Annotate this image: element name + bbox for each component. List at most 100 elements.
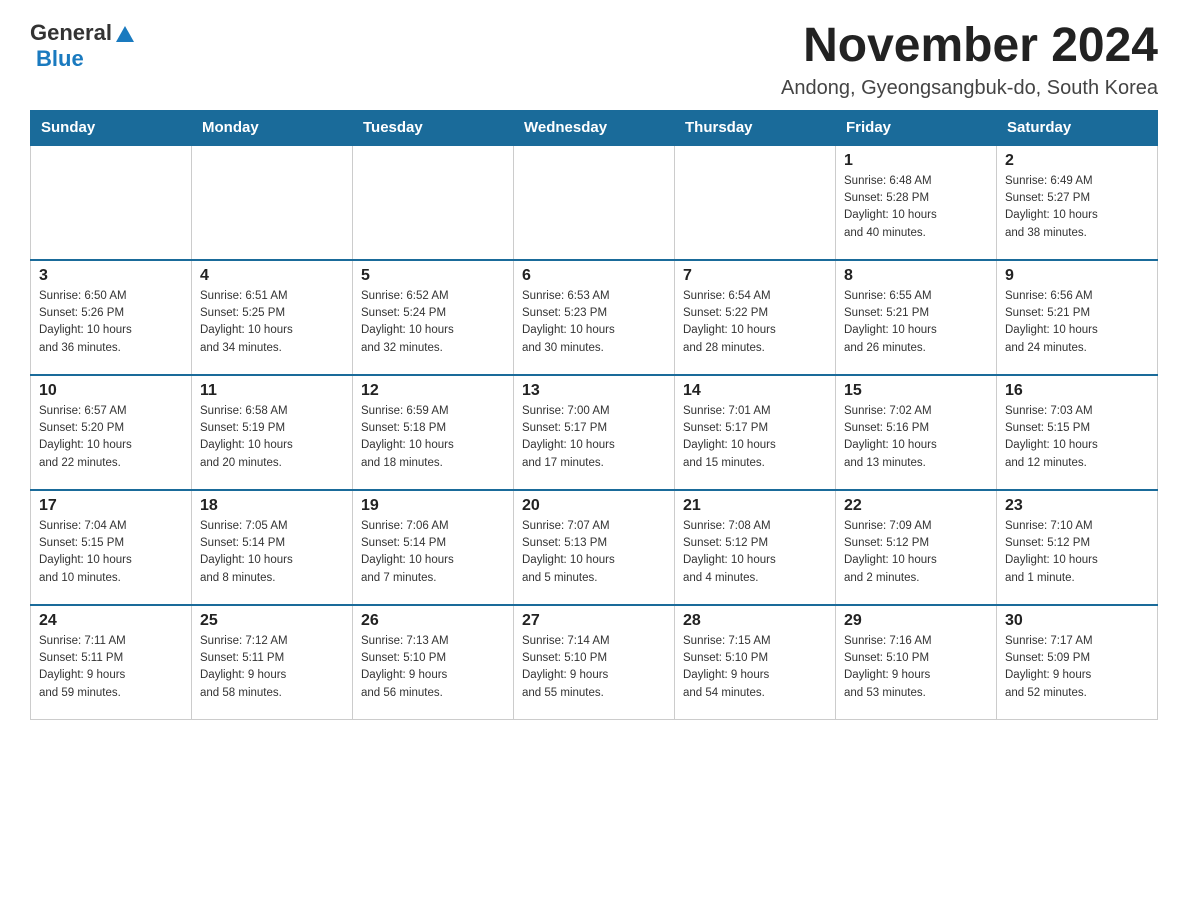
calendar-cell: 9Sunrise: 6:56 AM Sunset: 5:21 PM Daylig… bbox=[997, 260, 1158, 375]
calendar-cell: 17Sunrise: 7:04 AM Sunset: 5:15 PM Dayli… bbox=[31, 490, 192, 605]
day-info: Sunrise: 7:13 AM Sunset: 5:10 PM Dayligh… bbox=[361, 633, 505, 702]
page-title: November 2024 bbox=[781, 20, 1158, 73]
calendar-cell: 20Sunrise: 7:07 AM Sunset: 5:13 PM Dayli… bbox=[514, 490, 675, 605]
calendar-header-monday: Monday bbox=[192, 110, 353, 145]
day-number: 5 bbox=[361, 267, 505, 285]
day-info: Sunrise: 6:52 AM Sunset: 5:24 PM Dayligh… bbox=[361, 288, 505, 357]
calendar-header-saturday: Saturday bbox=[997, 110, 1158, 145]
calendar-cell: 11 Sunrise: 6:58 AM Sunset: 5:19 PM Dayli… bbox=[192, 375, 353, 490]
day-number: 1 bbox=[844, 152, 988, 170]
calendar-cell bbox=[353, 145, 514, 260]
calendar-week-4: 17Sunrise: 7:04 AM Sunset: 5:15 PM Dayli… bbox=[31, 490, 1158, 605]
calendar-cell bbox=[675, 145, 836, 260]
day-number: 4 bbox=[200, 267, 344, 285]
day-number: 26 bbox=[361, 612, 505, 630]
calendar-week-1: 1 Sunrise: 6:48 AM Sunset: 5:28 PM Daylig… bbox=[31, 145, 1158, 260]
day-info: Sunrise: 7:11 AM Sunset: 5:11 PM Dayligh… bbox=[39, 633, 183, 702]
calendar-cell: 21Sunrise: 7:08 AM Sunset: 5:12 PM Dayli… bbox=[675, 490, 836, 605]
day-number: 22 bbox=[844, 497, 988, 515]
calendar-week-2: 3Sunrise: 6:50 AM Sunset: 5:26 PM Daylig… bbox=[31, 260, 1158, 375]
calendar-cell: 14 Sunrise: 7:01 AM Sunset: 5:17 PM Dayli… bbox=[675, 375, 836, 490]
page-subtitle: Andong, Gyeongsangbuk-do, South Korea bbox=[781, 77, 1158, 100]
calendar-cell: 10 Sunrise: 6:57 AM Sunset: 5:20 PM Dayli… bbox=[31, 375, 192, 490]
day-number: 20 bbox=[522, 497, 666, 515]
calendar-header-tuesday: Tuesday bbox=[353, 110, 514, 145]
day-number: 9 bbox=[1005, 267, 1149, 285]
calendar-cell: 19Sunrise: 7:06 AM Sunset: 5:14 PM Dayli… bbox=[353, 490, 514, 605]
day-info: Sunrise: 6:55 AM Sunset: 5:21 PM Dayligh… bbox=[844, 288, 988, 357]
calendar-cell: 27 Sunrise: 7:14 AM Sunset: 5:10 PM Dayli… bbox=[514, 605, 675, 720]
calendar-cell: 24 Sunrise: 7:11 AM Sunset: 5:11 PM Dayli… bbox=[31, 605, 192, 720]
day-info: Sunrise: 7:14 AM Sunset: 5:10 PM Dayligh… bbox=[522, 633, 666, 702]
calendar-cell: 26 Sunrise: 7:13 AM Sunset: 5:10 PM Dayli… bbox=[353, 605, 514, 720]
day-info: Sunrise: 7:12 AM Sunset: 5:11 PM Dayligh… bbox=[200, 633, 344, 702]
day-number: 30 bbox=[1005, 612, 1149, 630]
day-info: Sunrise: 7:08 AM Sunset: 5:12 PM Dayligh… bbox=[683, 518, 827, 587]
day-info: Sunrise: 7:03 AM Sunset: 5:15 PM Dayligh… bbox=[1005, 403, 1149, 472]
day-info: Sunrise: 6:53 AM Sunset: 5:23 PM Dayligh… bbox=[522, 288, 666, 357]
calendar-cell: 29 Sunrise: 7:16 AM Sunset: 5:10 PM Dayli… bbox=[836, 605, 997, 720]
day-number: 8 bbox=[844, 267, 988, 285]
calendar-week-5: 24 Sunrise: 7:11 AM Sunset: 5:11 PM Dayli… bbox=[31, 605, 1158, 720]
day-number: 18 bbox=[200, 497, 344, 515]
day-number: 19 bbox=[361, 497, 505, 515]
day-number: 17 bbox=[39, 497, 183, 515]
calendar-header-wednesday: Wednesday bbox=[514, 110, 675, 145]
day-info: Sunrise: 7:02 AM Sunset: 5:16 PM Dayligh… bbox=[844, 403, 988, 472]
calendar-cell: 13Sunrise: 7:00 AM Sunset: 5:17 PM Dayli… bbox=[514, 375, 675, 490]
calendar-cell: 23 Sunrise: 7:10 AM Sunset: 5:12 PM Dayli… bbox=[997, 490, 1158, 605]
day-number: 24 bbox=[39, 612, 183, 630]
logo-triangle-icon bbox=[114, 24, 136, 44]
day-info: Sunrise: 6:51 AM Sunset: 5:25 PM Dayligh… bbox=[200, 288, 344, 357]
day-info: Sunrise: 6:58 AM Sunset: 5:19 PM Dayligh… bbox=[200, 403, 344, 472]
calendar-cell: 12Sunrise: 6:59 AM Sunset: 5:18 PM Dayli… bbox=[353, 375, 514, 490]
day-info: Sunrise: 7:01 AM Sunset: 5:17 PM Dayligh… bbox=[683, 403, 827, 472]
day-info: Sunrise: 6:48 AM Sunset: 5:28 PM Dayligh… bbox=[844, 173, 988, 242]
calendar-cell: 28 Sunrise: 7:15 AM Sunset: 5:10 PM Dayli… bbox=[675, 605, 836, 720]
calendar-cell: 2Sunrise: 6:49 AM Sunset: 5:27 PM Daylig… bbox=[997, 145, 1158, 260]
day-number: 14 bbox=[683, 382, 827, 400]
day-number: 13 bbox=[522, 382, 666, 400]
day-info: Sunrise: 7:17 AM Sunset: 5:09 PM Dayligh… bbox=[1005, 633, 1149, 702]
calendar-cell bbox=[514, 145, 675, 260]
calendar-header-thursday: Thursday bbox=[675, 110, 836, 145]
calendar-header-row: SundayMondayTuesdayWednesdayThursdayFrid… bbox=[31, 110, 1158, 145]
day-info: Sunrise: 7:15 AM Sunset: 5:10 PM Dayligh… bbox=[683, 633, 827, 702]
logo: General Blue bbox=[30, 20, 136, 72]
day-info: Sunrise: 6:49 AM Sunset: 5:27 PM Dayligh… bbox=[1005, 173, 1149, 242]
day-number: 29 bbox=[844, 612, 988, 630]
day-number: 27 bbox=[522, 612, 666, 630]
page-header: General Blue November 2024 Andong, Gyeon… bbox=[30, 20, 1158, 100]
title-block: November 2024 Andong, Gyeongsangbuk-do, … bbox=[781, 20, 1158, 100]
day-number: 7 bbox=[683, 267, 827, 285]
calendar-cell: 15 Sunrise: 7:02 AM Sunset: 5:16 PM Dayli… bbox=[836, 375, 997, 490]
calendar-cell: 5 Sunrise: 6:52 AM Sunset: 5:24 PM Daylig… bbox=[353, 260, 514, 375]
calendar-cell: 3Sunrise: 6:50 AM Sunset: 5:26 PM Daylig… bbox=[31, 260, 192, 375]
calendar-cell: 22 Sunrise: 7:09 AM Sunset: 5:12 PM Dayli… bbox=[836, 490, 997, 605]
calendar-cell: 8 Sunrise: 6:55 AM Sunset: 5:21 PM Daylig… bbox=[836, 260, 997, 375]
calendar-cell: 16 Sunrise: 7:03 AM Sunset: 5:15 PM Dayli… bbox=[997, 375, 1158, 490]
day-info: Sunrise: 6:54 AM Sunset: 5:22 PM Dayligh… bbox=[683, 288, 827, 357]
day-number: 11 bbox=[200, 382, 344, 400]
day-number: 28 bbox=[683, 612, 827, 630]
day-number: 15 bbox=[844, 382, 988, 400]
calendar-cell bbox=[31, 145, 192, 260]
calendar-cell: 18Sunrise: 7:05 AM Sunset: 5:14 PM Dayli… bbox=[192, 490, 353, 605]
day-info: Sunrise: 7:16 AM Sunset: 5:10 PM Dayligh… bbox=[844, 633, 988, 702]
calendar-cell: 7 Sunrise: 6:54 AM Sunset: 5:22 PM Daylig… bbox=[675, 260, 836, 375]
day-number: 25 bbox=[200, 612, 344, 630]
day-number: 6 bbox=[522, 267, 666, 285]
day-number: 10 bbox=[39, 382, 183, 400]
calendar-week-3: 10 Sunrise: 6:57 AM Sunset: 5:20 PM Dayli… bbox=[31, 375, 1158, 490]
calendar-cell: 25 Sunrise: 7:12 AM Sunset: 5:11 PM Dayli… bbox=[192, 605, 353, 720]
day-info: Sunrise: 7:09 AM Sunset: 5:12 PM Dayligh… bbox=[844, 518, 988, 587]
day-info: Sunrise: 7:10 AM Sunset: 5:12 PM Dayligh… bbox=[1005, 518, 1149, 587]
day-info: Sunrise: 6:59 AM Sunset: 5:18 PM Dayligh… bbox=[361, 403, 505, 472]
calendar-cell: 30 Sunrise: 7:17 AM Sunset: 5:09 PM Dayli… bbox=[997, 605, 1158, 720]
day-number: 16 bbox=[1005, 382, 1149, 400]
logo-blue-text: Blue bbox=[36, 46, 84, 72]
day-info: Sunrise: 6:57 AM Sunset: 5:20 PM Dayligh… bbox=[39, 403, 183, 472]
calendar-header-friday: Friday bbox=[836, 110, 997, 145]
calendar-cell: 6 Sunrise: 6:53 AM Sunset: 5:23 PM Daylig… bbox=[514, 260, 675, 375]
day-number: 23 bbox=[1005, 497, 1149, 515]
